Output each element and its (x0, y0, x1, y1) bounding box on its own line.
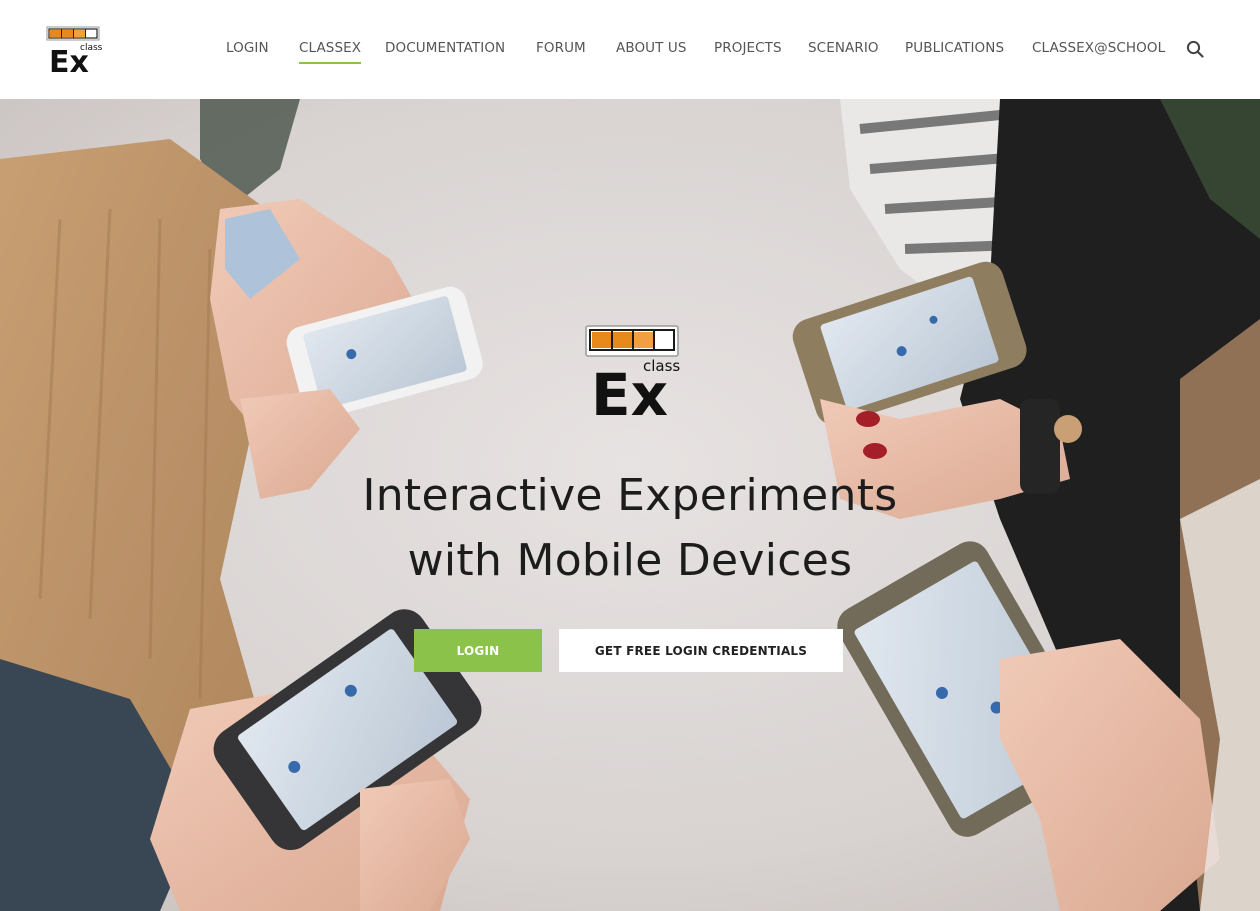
nav-publications[interactable]: PUBLICATIONS (905, 40, 1004, 56)
hero-classex-logo: Ex class (585, 325, 680, 421)
nav-about-us[interactable]: ABOUT US (616, 40, 687, 56)
get-free-credentials-button[interactable]: GET FREE LOGIN CREDENTIALS (559, 629, 843, 672)
nav-scenario[interactable]: SCENARIO (808, 40, 879, 56)
nav-projects[interactable]: PROJECTS (714, 40, 782, 56)
hero-headline: Interactive Experiments with Mobile Devi… (230, 463, 1030, 593)
nav-login[interactable]: LOGIN (226, 40, 269, 56)
headline-line-1: Interactive Experiments (362, 470, 898, 521)
main-nav: LOGIN CLASSEX DOCUMENTATION FORUM ABOUT … (0, 0, 1260, 99)
nav-classex[interactable]: CLASSEX (299, 40, 362, 64)
nav-classex-at-school[interactable]: CLASSEX@SCHOOL (1032, 40, 1165, 56)
headline-line-2: with Mobile Devices (407, 535, 853, 586)
nav-documentation[interactable]: DOCUMENTATION (385, 40, 505, 56)
hero-logo-class-text: class (643, 357, 680, 375)
nav-forum[interactable]: FORUM (536, 40, 586, 56)
hero-login-button[interactable]: LOGIN (414, 629, 542, 672)
site-header: Ex class LOGIN CLASSEX DOCUMENTATION FOR… (0, 0, 1260, 99)
search-icon[interactable] (1186, 40, 1204, 58)
hero-section: Ex class Interactive Experiments with Mo… (0, 99, 1260, 911)
